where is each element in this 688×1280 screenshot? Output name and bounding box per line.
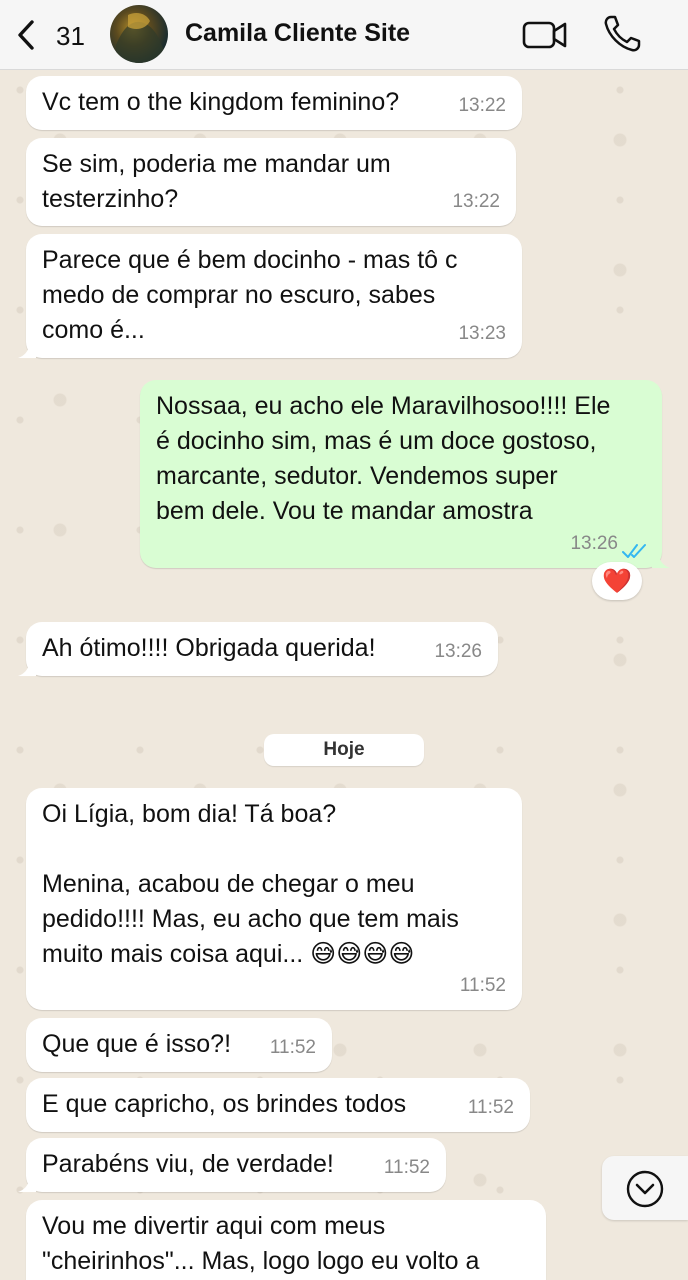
- avatar[interactable]: [110, 5, 168, 63]
- message-time: 11:52: [467, 1097, 514, 1118]
- reaction-badge[interactable]: ❤️: [592, 562, 642, 600]
- message-text: E que capricho, os brindes todos: [42, 1090, 407, 1118]
- date-separator: Hoje: [264, 734, 424, 766]
- message-time: 11:52: [269, 1037, 316, 1058]
- back-button[interactable]: 31: [16, 14, 86, 56]
- bubble-tail: [18, 1176, 36, 1192]
- message-text: Vc tem o the kingdom feminino?: [42, 88, 400, 116]
- message-time: 13:22: [458, 95, 506, 116]
- video-call-icon: [522, 21, 567, 49]
- message-text: Vou me divertir aqui com meus "cheirinho…: [42, 1212, 480, 1275]
- message-time: 13:26: [434, 641, 482, 662]
- bubble-tail: [652, 552, 670, 568]
- message-time: 13:23: [458, 323, 506, 344]
- message-bubble[interactable]: Ah ótimo!!!! Obrigada querida! 13:26: [18, 622, 498, 676]
- message-text: Parabéns viu, de verdade!: [42, 1150, 334, 1178]
- scroll-to-bottom-button[interactable]: [602, 1156, 688, 1220]
- message-time: 13:26: [570, 533, 618, 554]
- message-bubble[interactable]: Se sim, poderia me mandar um testerzinho…: [26, 138, 516, 226]
- message-text: Oi Lígia, bom dia! Tá boa? Menina, acabo…: [42, 800, 459, 968]
- message-bubble[interactable]: Parece que é bem docinho - mas tô c medo…: [18, 234, 522, 358]
- phone-icon: [604, 15, 641, 52]
- message-list[interactable]: Vc tem o the kingdom feminino? 13:22 Se …: [0, 70, 688, 1280]
- message-time: 11:52: [383, 1157, 430, 1178]
- message-bubble[interactable]: Parabéns viu, de verdade! 11:52: [18, 1138, 446, 1192]
- message-text: Nossaa, eu acho ele Maravilhosoo!!!! Ele…: [156, 392, 611, 525]
- message-time: 13:22: [452, 191, 500, 212]
- message-bubble-outgoing[interactable]: Nossaa, eu acho ele Maravilhosoo!!!! Ele…: [140, 380, 670, 568]
- message-text: Ah ótimo!!!! Obrigada querida!: [42, 634, 376, 662]
- message-bubble[interactable]: Oi Lígia, bom dia! Tá boa? Menina, acabo…: [26, 788, 522, 1010]
- chevron-down-circle-icon: [626, 1170, 664, 1208]
- message-bubble[interactable]: E que capricho, os brindes todos 11:52: [26, 1078, 530, 1132]
- heart-icon: ❤️: [602, 567, 632, 595]
- voice-call-button[interactable]: [602, 14, 642, 54]
- double-check-icon: [622, 544, 646, 558]
- chat-header: 31 Camila Cliente Site: [0, 0, 688, 70]
- message-text: Se sim, poderia me mandar um testerzinho…: [42, 150, 391, 213]
- video-call-button[interactable]: [522, 18, 568, 52]
- unread-count: 31: [56, 21, 85, 51]
- message-time: 11:52: [459, 975, 506, 996]
- message-text: Parece que é bem docinho - mas tô c medo…: [42, 246, 458, 344]
- contact-name[interactable]: Camila Cliente Site: [185, 19, 410, 48]
- message-bubble[interactable]: Vc tem o the kingdom feminino? 13:22: [26, 76, 522, 130]
- message-bubble[interactable]: Que que é isso?! 11:52: [26, 1018, 332, 1072]
- message-bubble[interactable]: Vou me divertir aqui com meus "cheirinho…: [26, 1200, 546, 1280]
- bubble-tail: [18, 342, 36, 358]
- bubble-tail: [18, 660, 36, 676]
- chevron-left-icon: [18, 20, 34, 50]
